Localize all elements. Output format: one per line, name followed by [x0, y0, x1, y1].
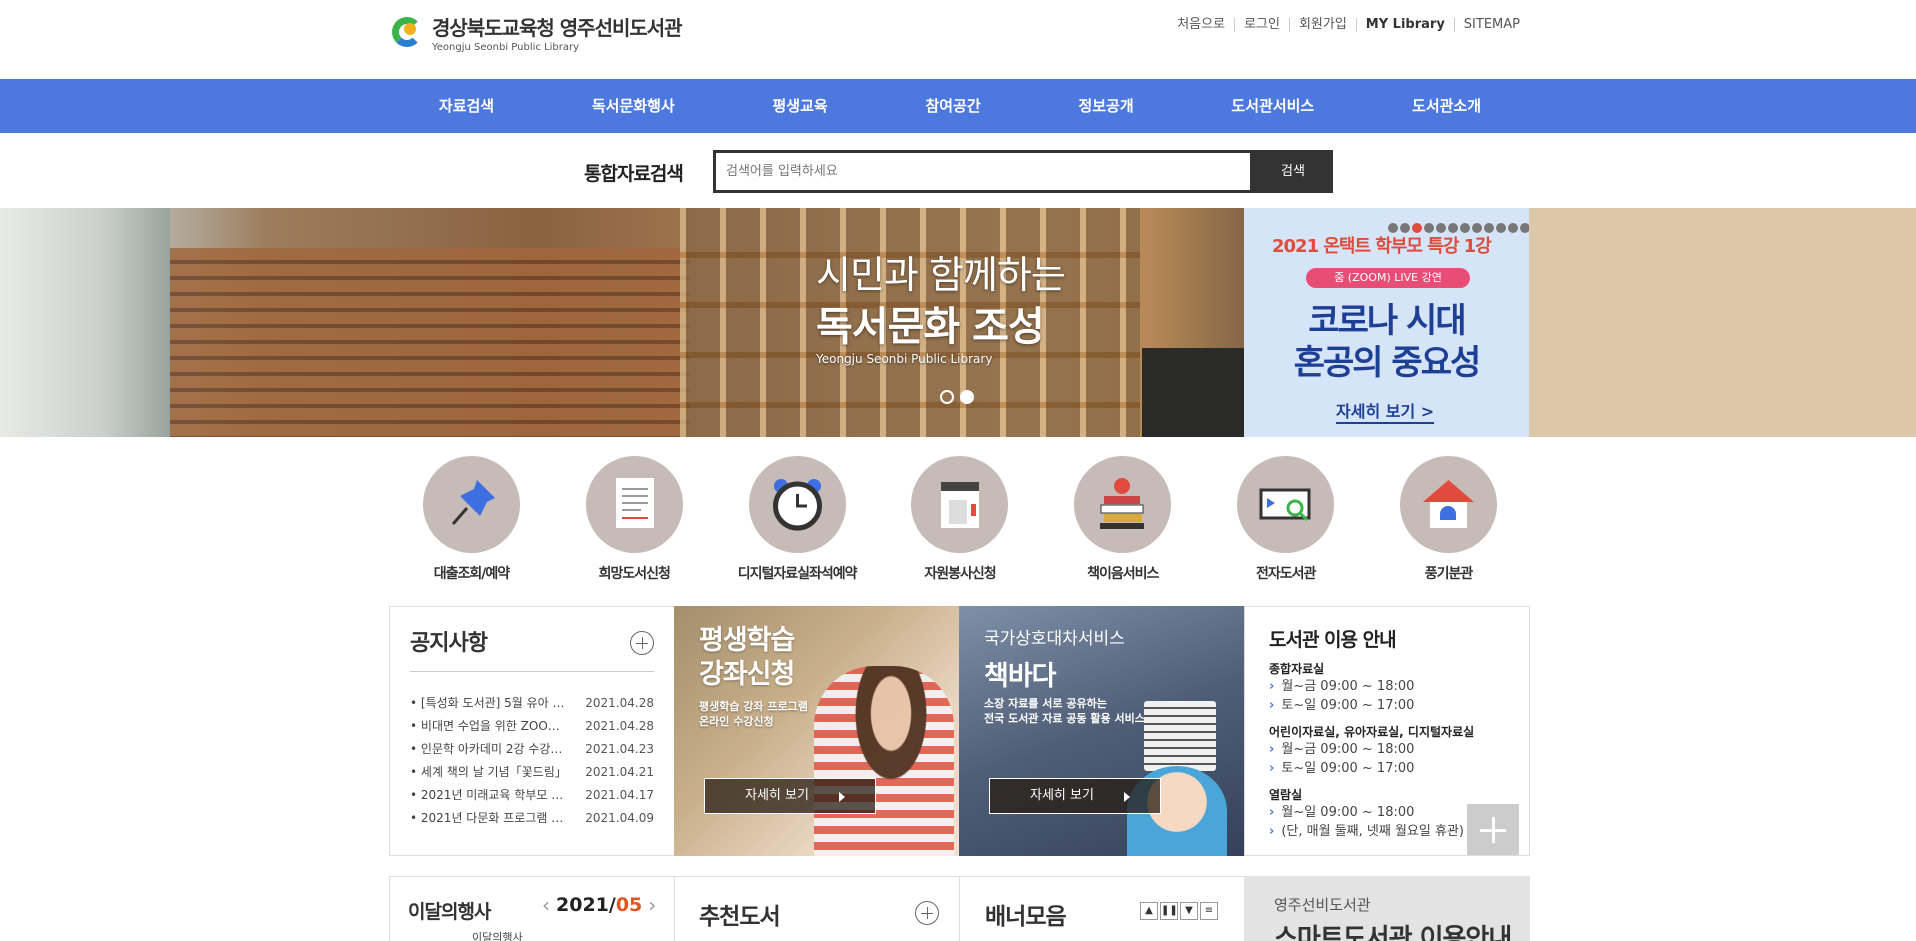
banners-title: 배너모음 — [985, 904, 1067, 930]
pushpin-icon — [422, 456, 520, 553]
banner-collection-panel: 배너모음 ▲ ❚❚ ▼ ≡ — [959, 876, 1245, 941]
house-icon — [1399, 456, 1497, 553]
logo-title: 경상북도교육청 영주선비도서관 — [432, 16, 683, 40]
hours-title: 도서관 이용 안내 — [1269, 629, 1397, 651]
notice-item[interactable]: [특성화 도서관] 5월 유아 프로그램2021.04.28 — [410, 692, 654, 715]
search-box — [713, 150, 1253, 193]
hero-line2: 독서문화 조성 — [816, 304, 1045, 350]
utility-links: 처음으로 로그인 회원가입 MY Library SITEMAP — [1168, 18, 1529, 32]
recommended-books-panel: 추천도서 — [674, 876, 960, 941]
recs-title: 추천도서 — [699, 904, 781, 930]
smart-library-banner[interactable]: 영주선비도서관 스마트도서관 이용안내 — [1244, 876, 1530, 941]
books-apple-icon — [1074, 456, 1172, 553]
edu-title: 평생학습 강좌신청 — [699, 625, 795, 690]
search-button[interactable]: 검색 — [1253, 150, 1333, 193]
banner-down-icon[interactable]: ▼ — [1180, 902, 1198, 920]
library-hours-panel: 도서관 이용 안내 종합자료실 월~금 09:00 ~ 18:00 토~일 09… — [1244, 606, 1530, 856]
banner-up-icon[interactable]: ▲ — [1140, 902, 1158, 920]
month-selector: ‹ 2021/05 › — [542, 893, 657, 917]
interlibrary-loan-banner: 국가상호대차서비스 책바다 소장 자료를 서로 공유하는 전국 도서관 자료 공… — [959, 606, 1245, 856]
nav-item-search[interactable]: 자료검색 — [439, 79, 494, 133]
promo-more-link[interactable]: 자세히 보기 > — [1336, 398, 1435, 424]
loan-title: 책바다 — [984, 661, 1057, 692]
notice-title: 공지사항 — [410, 625, 654, 672]
nav-item-info-disclosure[interactable]: 정보공개 — [1078, 79, 1133, 133]
hero-pager — [940, 390, 974, 404]
promo-tag: 줌 (ZOOM) LIVE 강연 — [1306, 268, 1470, 288]
quick-menu: 대출조회/예약 희망도서신청 디지털자료실좌석예약 자원봉사신청 책이음서비스 — [390, 456, 1530, 583]
notice-item[interactable]: 세계 책의 날 기념「꽃드림」2021.04.21 — [410, 761, 654, 784]
banner-pause-icon[interactable]: ❚❚ — [1160, 902, 1178, 920]
loan-more-button[interactable]: 자세히 보기 — [989, 778, 1161, 814]
reading-woman-image — [814, 666, 954, 856]
prev-month-icon[interactable]: ‹ — [542, 893, 550, 917]
nav-item-lifelong-edu[interactable]: 평생교육 — [772, 79, 827, 133]
util-join-link[interactable]: 회원가입 — [1288, 18, 1356, 32]
banner-list-icon[interactable]: ≡ — [1200, 902, 1218, 920]
events-subtitle: 이달의행사 — [472, 931, 523, 941]
nav-item-about[interactable]: 도서관소개 — [1412, 79, 1481, 133]
util-sitemap-link[interactable]: SITEMAP — [1453, 18, 1529, 32]
quick-item-loan-lookup[interactable]: 대출조회/예약 — [396, 456, 546, 583]
loan-subtitle: 국가상호대차서비스 — [984, 629, 1125, 649]
logo-mark-icon — [390, 13, 426, 53]
main-nav: 자료검색 독서문화행사 평생교육 참여공간 정보공개 도서관서비스 도서관소개 — [0, 79, 1916, 133]
logo-subtitle: Yeongju Seonbi Public Library — [432, 42, 580, 53]
quick-item-punggi-branch[interactable]: 풍기분관 — [1373, 456, 1523, 583]
edu-desc: 평생학습 강좌 프로그램 온라인 수강신청 — [699, 700, 808, 728]
hero-line3: Yeongju Seonbi Public Library — [816, 352, 993, 366]
notice-item[interactable]: 2021년 미래교육 학부모 특강2021.04.17 — [410, 784, 654, 807]
hero-dot-1[interactable] — [940, 390, 954, 404]
promo-title: 2021 온택트 학부모 특강 1강 — [1272, 236, 1492, 257]
notice-item[interactable]: 2021년 다문화 프로그램 안내2021.04.09 — [410, 807, 654, 830]
quick-item-volunteer[interactable]: 자원봉사신청 — [885, 456, 1035, 583]
lifelong-edu-banner: 평생학습 강좌신청 평생학습 강좌 프로그램 온라인 수강신청 자세히 보기 — [674, 606, 960, 856]
hero-line1: 시민과 함께하는 — [816, 253, 1066, 297]
quick-item-e-library[interactable]: 전자도서관 — [1211, 456, 1361, 583]
next-month-icon[interactable]: › — [648, 893, 656, 917]
book-stack-image — [1144, 701, 1216, 771]
notice-item[interactable]: 비대면 수업을 위한 ZOOM 활용2021.04.28 — [410, 715, 654, 738]
events-title: 이달의행사 — [408, 901, 491, 923]
hero-banner[interactable]: 시민과 함께하는 독서문화 조성 Yeongju Seonbi Public L… — [0, 208, 1916, 437]
edu-more-button[interactable]: 자세히 보기 — [704, 778, 876, 814]
notice-more-plus-icon[interactable] — [630, 631, 654, 655]
nav-item-services[interactable]: 도서관서비스 — [1231, 79, 1314, 133]
coffee-machine-icon — [911, 456, 1009, 553]
quick-item-book-request[interactable]: 희망도서신청 — [559, 456, 709, 583]
quick-item-seat-reservation[interactable]: 디지털자료실좌석예약 — [722, 456, 872, 583]
banner-controls: ▲ ❚❚ ▼ ≡ — [1140, 902, 1218, 920]
util-home-link[interactable]: 처음으로 — [1168, 18, 1234, 32]
recs-more-plus-icon[interactable] — [915, 901, 939, 925]
util-mylibrary-link[interactable]: MY Library — [1355, 18, 1454, 32]
page: 경상북도교육청 영주선비도서관 Yeongju Seonbi Public Li… — [0, 0, 1916, 941]
notice-panel: 공지사항 [특성화 도서관] 5월 유아 프로그램2021.04.28 비대면 … — [389, 606, 675, 856]
loan-desc: 소장 자료를 서로 공유하는 전국 도서관 자료 공동 활용 서비스 — [984, 697, 1145, 725]
hero-dot-2[interactable] — [960, 390, 974, 404]
search-input[interactable] — [716, 153, 1250, 190]
nav-item-reading-events[interactable]: 독서문화행사 — [592, 79, 675, 133]
alarm-clock-icon — [748, 456, 846, 553]
util-login-link[interactable]: 로그인 — [1234, 18, 1289, 32]
hours-more-plus-icon[interactable] — [1467, 804, 1519, 855]
search-label: 통합자료검색 — [584, 163, 684, 185]
monitor-search-icon — [1237, 456, 1335, 553]
promo-banner[interactable]: 2021 온택트 학부모 특강 1강 줌 (ZOOM) LIVE 강연 코로나 … — [1244, 208, 1529, 437]
nav-item-participation[interactable]: 참여공간 — [925, 79, 980, 133]
library-logo[interactable]: 경상북도교육청 영주선비도서관 Yeongju Seonbi Public Li… — [390, 12, 683, 53]
notice-item[interactable]: 인문학 아카데미 2강 수강생 모집2021.04.23 — [410, 738, 654, 761]
events-panel: 이달의행사 ‹ 2021/05 › 이달의행사 — [389, 876, 675, 941]
promo-headline: 코로나 시대 혼공의 중요성 — [1293, 301, 1482, 383]
quick-item-book-link[interactable]: 책이음서비스 — [1048, 456, 1198, 583]
document-icon — [585, 456, 683, 553]
